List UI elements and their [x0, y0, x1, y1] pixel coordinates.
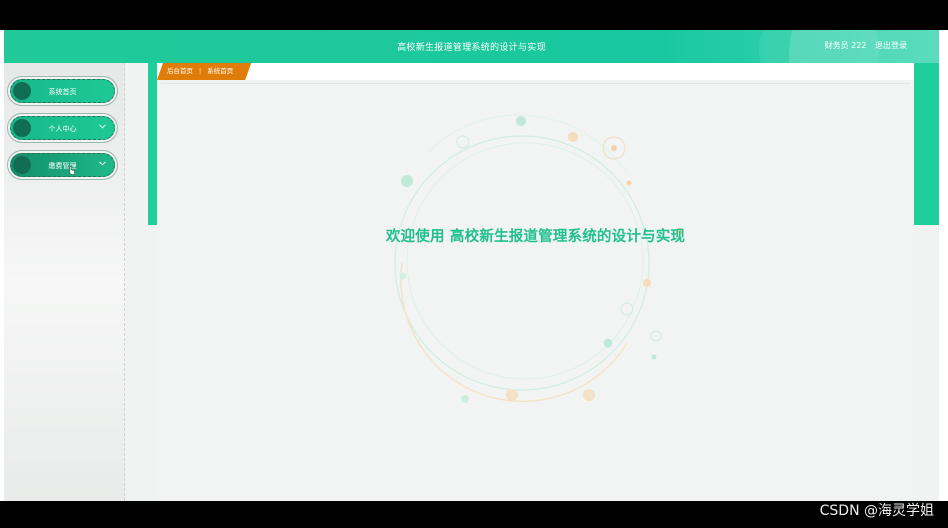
decor-dot — [626, 180, 632, 186]
watermark: CSDN @海灵学姐 — [819, 503, 934, 519]
decor-dot — [401, 175, 413, 187]
app-window: 高校新生报道管理系统的设计与实现 财务员 222 退出登录 系统首页 个人中心 … — [4, 30, 939, 501]
decor-dot — [461, 395, 469, 403]
decor-dot — [568, 132, 578, 142]
decor-dot — [611, 145, 617, 151]
letterbox-bottom — [0, 501, 948, 528]
content-banner-left — [148, 63, 157, 225]
welcome-message: 欢迎使用 高校新生报道管理系统的设计与实现 — [385, 229, 686, 245]
decor-dot — [603, 338, 613, 348]
decor-dot — [651, 354, 657, 360]
chevron-down-icon — [99, 160, 106, 168]
welcome-decoration — [394, 114, 684, 403]
top-navbar: 高校新生报道管理系统的设计与实现 财务员 222 退出登录 — [4, 30, 939, 150]
user-info: 财务员 222 退出登录 — [819, 40, 907, 51]
hand-cursor-icon — [69, 166, 75, 175]
decor-dot — [643, 279, 651, 287]
logout-link[interactable]: 退出登录 — [875, 41, 907, 50]
chevron-down-icon — [99, 123, 106, 131]
sidebar-item-label: 系统首页 — [48, 88, 77, 96]
main-content: 后台首页 | 系统首页 欢迎使用 高校新生报道管理系统的设计与实现 — [157, 63, 914, 501]
decor-dot — [399, 272, 407, 280]
decor-dot — [506, 389, 518, 401]
sidebar-item-payment-management[interactable]: 缴费管理 — [10, 153, 115, 177]
sidebar: 系统首页 个人中心 缴费管理 — [4, 63, 125, 501]
decor-dot — [516, 116, 526, 126]
decor-dot — [620, 302, 634, 316]
sidebar-item-home[interactable]: 系统首页 — [10, 79, 115, 103]
decor-ring — [394, 135, 650, 391]
site-title: 高校新生报道管理系统的设计与实现 — [397, 43, 546, 53]
decor-dot — [650, 330, 662, 342]
letterbox-top — [0, 0, 948, 30]
content-banner-right — [914, 63, 939, 225]
decor-dot — [456, 135, 470, 149]
user-label: 财务员 222 — [824, 41, 867, 50]
decor-dot — [583, 389, 595, 401]
sidebar-item-personal-center[interactable]: 个人中心 — [10, 116, 115, 140]
decor-arc — [400, 262, 628, 403]
